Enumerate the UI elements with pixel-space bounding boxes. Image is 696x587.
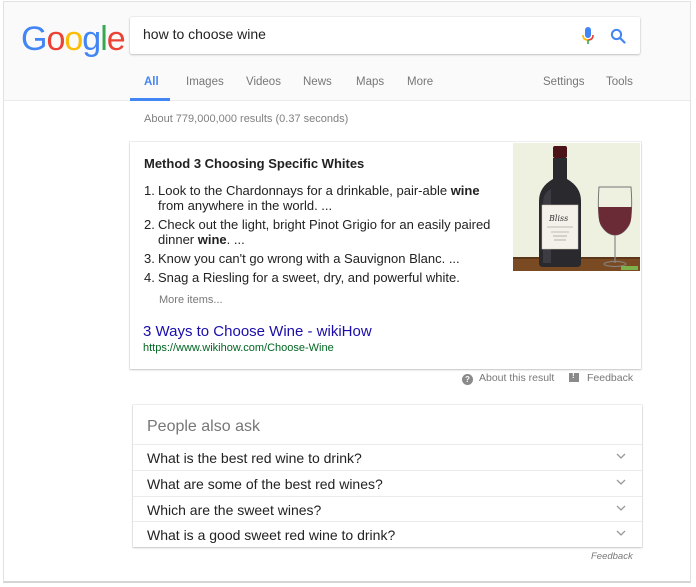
snippet-step: 3. Know you can't go wrong with a Sauvign… bbox=[144, 251, 504, 266]
settings-link[interactable]: Settings bbox=[543, 76, 585, 88]
logo-letter: o bbox=[46, 20, 65, 58]
paa-question-text: What is the best red wine to drink? bbox=[147, 450, 362, 466]
highlighted-term: wine bbox=[197, 232, 227, 247]
header: Google All Images Videos News Maps More … bbox=[4, 2, 690, 101]
paa-question-text: What is a good sweet red wine to drink? bbox=[147, 527, 396, 543]
step-text: Look to the Chardonnays for a drinkable,… bbox=[158, 183, 451, 198]
microphone-icon[interactable] bbox=[582, 27, 594, 45]
active-tab-indicator bbox=[130, 98, 170, 101]
highlighted-term: wine bbox=[450, 183, 480, 198]
snippet-step: 2. Check out the light, bright Pinot Grig… bbox=[144, 217, 504, 247]
chevron-down-icon bbox=[616, 505, 626, 511]
magnifier-icon[interactable] bbox=[610, 28, 626, 44]
result-url: https://www.wikihow.com/Choose-Wine bbox=[143, 342, 334, 354]
step-text: . ... bbox=[226, 232, 245, 247]
snippet-steps: 1. Look to the Chardonnays for a drinkabl… bbox=[144, 183, 504, 289]
featured-snippet: Method 3 Choosing Specific Whites 1. Look… bbox=[130, 142, 641, 369]
tab-news[interactable]: News bbox=[303, 76, 332, 88]
result-stats: About 779,000,000 results (0.37 seconds) bbox=[144, 113, 349, 125]
help-icon: ? bbox=[462, 374, 473, 385]
tab-images[interactable]: Images bbox=[186, 76, 224, 88]
paa-title: People also ask bbox=[147, 418, 260, 435]
tab-videos[interactable]: Videos bbox=[246, 76, 281, 88]
logo-letter: G bbox=[21, 20, 47, 58]
wine-thumbnail-image[interactable]: Bliss bbox=[513, 143, 640, 271]
logo-letter: e bbox=[106, 20, 126, 58]
paa-question[interactable]: What are some of the best red wines? bbox=[133, 470, 642, 496]
more-items-link[interactable]: More items... bbox=[159, 294, 223, 306]
about-this-result-link[interactable]: ? About this result bbox=[462, 372, 554, 385]
step-text: from anywhere in the world. ... bbox=[158, 198, 333, 213]
paa-question[interactable]: What is a good sweet red wine to drink? bbox=[133, 521, 642, 547]
result-title-link[interactable]: 3 Ways to Choose Wine - wikiHow bbox=[143, 323, 372, 340]
snippet-title: Method 3 Choosing Specific Whites bbox=[144, 156, 365, 171]
chevron-down-icon bbox=[616, 453, 626, 459]
snippet-step: 4. Snag a Riesling for a sweet, dry, and … bbox=[144, 270, 504, 285]
snippet-feedback-link[interactable]: Feedback bbox=[569, 371, 633, 384]
step-number: 4. bbox=[144, 270, 155, 285]
step-text: Know you can't go wrong with a Sauvignon… bbox=[158, 251, 460, 266]
search-results-page: Google All Images Videos News Maps More … bbox=[3, 1, 691, 583]
paa-question[interactable]: Which are the sweet wines? bbox=[133, 496, 642, 522]
logo-letter: o bbox=[64, 20, 83, 58]
people-also-ask: People also ask What is the best red win… bbox=[133, 405, 642, 547]
tools-link[interactable]: Tools bbox=[606, 76, 633, 88]
tab-all[interactable]: All bbox=[144, 76, 159, 88]
tab-more[interactable]: More bbox=[407, 76, 433, 88]
google-logo[interactable]: Google bbox=[21, 20, 126, 59]
step-number: 1. bbox=[144, 183, 155, 198]
svg-text:Bliss: Bliss bbox=[548, 214, 568, 223]
chevron-down-icon bbox=[616, 530, 626, 536]
logo-letter: g bbox=[82, 20, 101, 58]
paa-feedback-link[interactable]: Feedback bbox=[591, 551, 633, 562]
search-box[interactable] bbox=[130, 17, 640, 54]
paa-question-text: What are some of the best red wines? bbox=[147, 476, 383, 492]
chevron-down-icon bbox=[616, 479, 626, 485]
search-input[interactable] bbox=[143, 26, 563, 42]
snippet-step: 1. Look to the Chardonnays for a drinkabl… bbox=[144, 183, 504, 213]
paa-question[interactable]: What is the best red wine to drink? bbox=[133, 444, 642, 470]
step-text: Snag a Riesling for a sweet, dry, and po… bbox=[158, 270, 460, 285]
feedback-icon bbox=[569, 371, 579, 382]
paa-question-text: Which are the sweet wines? bbox=[147, 502, 322, 518]
step-number: 2. bbox=[144, 217, 155, 232]
step-number: 3. bbox=[144, 251, 155, 266]
tab-maps[interactable]: Maps bbox=[356, 76, 384, 88]
